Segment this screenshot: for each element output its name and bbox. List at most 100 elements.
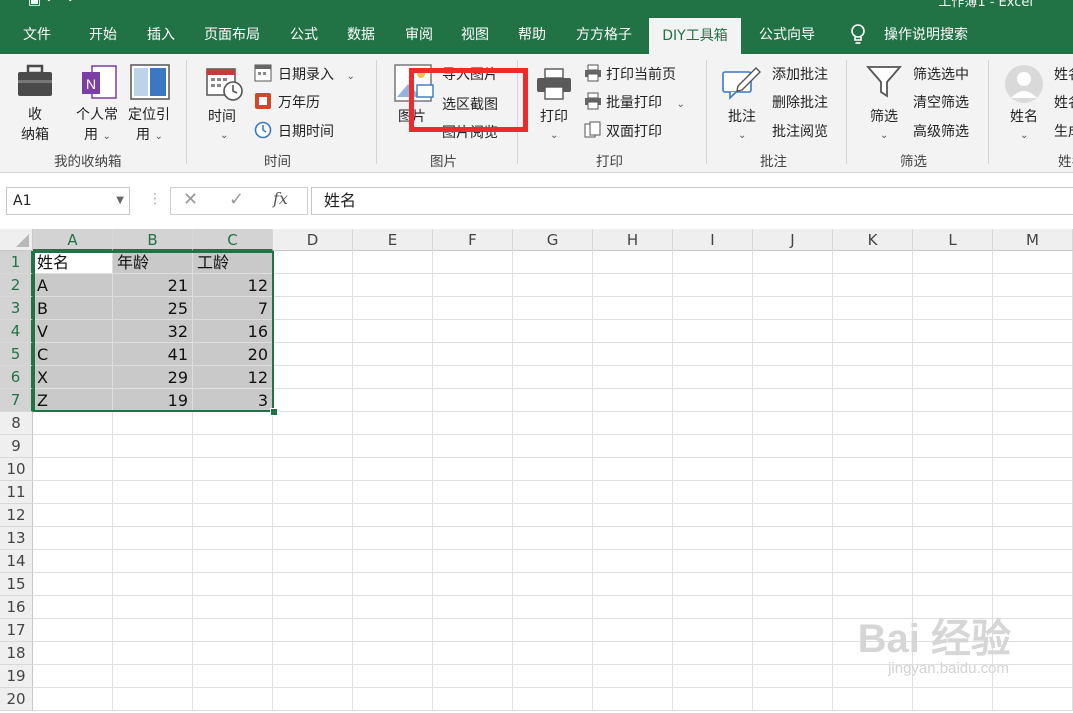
cell-j3[interactable] — [753, 297, 833, 320]
cell-k2[interactable] — [833, 274, 913, 297]
cell-e9[interactable] — [353, 435, 433, 458]
cell-d3[interactable] — [273, 297, 353, 320]
cell-i13[interactable] — [673, 527, 753, 550]
cell-a5[interactable]: C — [33, 343, 113, 366]
cell-i19[interactable] — [673, 665, 753, 688]
cell-l1[interactable] — [913, 251, 993, 274]
cell-h16[interactable] — [593, 596, 673, 619]
cell-h17[interactable] — [593, 619, 673, 642]
cell-a7[interactable]: Z — [33, 389, 113, 412]
date-entry-button[interactable]: 日期录入 ⌄ — [278, 64, 355, 84]
cell-c8[interactable] — [193, 412, 273, 435]
cell-g17[interactable] — [513, 619, 593, 642]
cell-c1[interactable]: 工龄 — [193, 251, 273, 274]
cell-b17[interactable] — [113, 619, 193, 642]
column-header-i[interactable]: I — [673, 229, 753, 251]
cell-g3[interactable] — [513, 297, 593, 320]
cell-g20[interactable] — [513, 688, 593, 711]
cell-b12[interactable] — [113, 504, 193, 527]
cell-i3[interactable] — [673, 297, 753, 320]
cell-f5[interactable] — [433, 343, 513, 366]
date-time-button[interactable]: 日期时间 — [278, 121, 334, 141]
cell-j14[interactable] — [753, 550, 833, 573]
batch-print-button[interactable]: 批量打印 ⌄ — [606, 92, 685, 112]
cell-d19[interactable] — [273, 665, 353, 688]
row-header-9[interactable]: 9 — [0, 435, 33, 458]
row-header-3[interactable]: 3 — [0, 297, 33, 320]
insert-function-icon[interactable]: fx — [273, 189, 288, 208]
cell-j1[interactable] — [753, 251, 833, 274]
row-header-12[interactable]: 12 — [0, 504, 33, 527]
cell-a10[interactable] — [33, 458, 113, 481]
cell-h11[interactable] — [593, 481, 673, 504]
tab-insert[interactable]: 插入 — [134, 16, 188, 54]
cell-m4[interactable] — [993, 320, 1073, 343]
cell-h18[interactable] — [593, 642, 673, 665]
cell-h12[interactable] — [593, 504, 673, 527]
cell-g5[interactable] — [513, 343, 593, 366]
row-header-11[interactable]: 11 — [0, 481, 33, 504]
cell-f17[interactable] — [433, 619, 513, 642]
cell-m8[interactable] — [993, 412, 1073, 435]
cell-m13[interactable] — [993, 527, 1073, 550]
cell-d14[interactable] — [273, 550, 353, 573]
cell-i17[interactable] — [673, 619, 753, 642]
cell-c2[interactable]: 12 — [193, 274, 273, 297]
cell-b6[interactable]: 29 — [113, 366, 193, 389]
print-caret[interactable]: ⌄ — [550, 126, 558, 142]
cell-b8[interactable] — [113, 412, 193, 435]
cell-i1[interactable] — [673, 251, 753, 274]
cell-d17[interactable] — [273, 619, 353, 642]
cell-k8[interactable] — [833, 412, 913, 435]
cell-e3[interactable] — [353, 297, 433, 320]
cell-m3[interactable] — [993, 297, 1073, 320]
cell-e11[interactable] — [353, 481, 433, 504]
cell-a14[interactable] — [33, 550, 113, 573]
cell-e16[interactable] — [353, 596, 433, 619]
clear-filter-button[interactable]: 清空筛选 — [913, 92, 969, 112]
cancel-icon[interactable]: ✕ — [183, 189, 198, 210]
cell-g1[interactable] — [513, 251, 593, 274]
cell-d6[interactable] — [273, 366, 353, 389]
cell-j7[interactable] — [753, 389, 833, 412]
cell-d5[interactable] — [273, 343, 353, 366]
cell-h20[interactable] — [593, 688, 673, 711]
column-header-d[interactable]: D — [273, 229, 353, 251]
enter-check-icon[interactable]: ✓ — [229, 189, 244, 210]
cell-e4[interactable] — [353, 320, 433, 343]
cell-j8[interactable] — [753, 412, 833, 435]
tab-fangfang[interactable]: 方方格子 — [568, 16, 640, 54]
cell-c9[interactable] — [193, 435, 273, 458]
cell-d15[interactable] — [273, 573, 353, 596]
cell-c20[interactable] — [193, 688, 273, 711]
cell-k20[interactable] — [833, 688, 913, 711]
cell-f13[interactable] — [433, 527, 513, 550]
cell-l5[interactable] — [913, 343, 993, 366]
filter-selected-button[interactable]: 筛选选中 — [913, 64, 969, 84]
cell-k9[interactable] — [833, 435, 913, 458]
cell-i10[interactable] — [673, 458, 753, 481]
filter-caret[interactable]: ⌄ — [880, 126, 888, 142]
cell-e15[interactable] — [353, 573, 433, 596]
cell-g18[interactable] — [513, 642, 593, 665]
cell-l3[interactable] — [913, 297, 993, 320]
cell-d16[interactable] — [273, 596, 353, 619]
cell-i15[interactable] — [673, 573, 753, 596]
delete-comment-button[interactable]: 删除批注 — [772, 92, 828, 112]
cell-m9[interactable] — [993, 435, 1073, 458]
cell-f8[interactable] — [433, 412, 513, 435]
row-header-4[interactable]: 4 — [0, 320, 33, 343]
cell-e17[interactable] — [353, 619, 433, 642]
cell-a6[interactable]: X — [33, 366, 113, 389]
cell-m1[interactable] — [993, 251, 1073, 274]
comment-caret[interactable]: ⌄ — [738, 126, 746, 142]
cell-m11[interactable] — [993, 481, 1073, 504]
cell-a4[interactable]: V — [33, 320, 113, 343]
row-header-18[interactable]: 18 — [0, 642, 33, 665]
cell-k13[interactable] — [833, 527, 913, 550]
tab-formula-wizard[interactable]: 公式向导 — [750, 16, 824, 54]
cell-c17[interactable] — [193, 619, 273, 642]
cell-f7[interactable] — [433, 389, 513, 412]
cell-e18[interactable] — [353, 642, 433, 665]
cell-a11[interactable] — [33, 481, 113, 504]
